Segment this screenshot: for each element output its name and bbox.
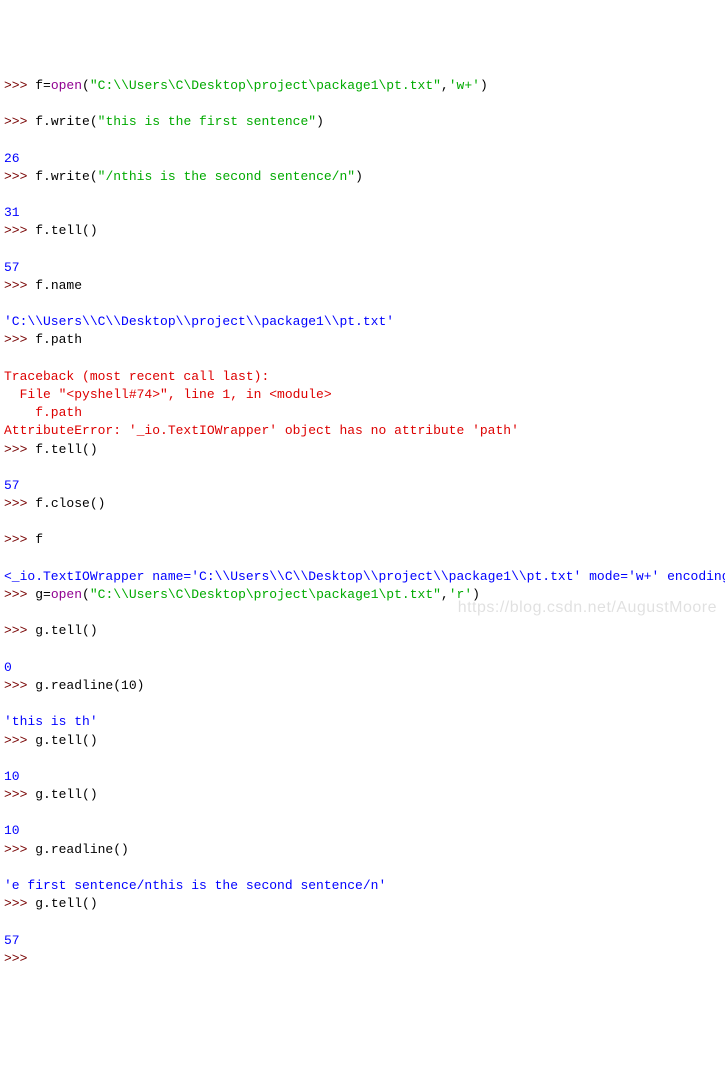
error-line: File "<pyshell#74>", line 1, in <module> <box>4 387 332 402</box>
prompt: >>> <box>4 442 35 457</box>
code-token: g.tell() <box>35 623 97 638</box>
code-token: open <box>51 78 82 93</box>
code-token: f.write( <box>35 114 97 129</box>
code-token: g.tell() <box>35 787 97 802</box>
prompt: >>> <box>4 787 35 802</box>
code-token: ( <box>82 587 90 602</box>
code-token: f.tell() <box>35 223 97 238</box>
prompt: >>> <box>4 678 35 693</box>
code-token: , <box>441 78 449 93</box>
prompt: >>> <box>4 587 35 602</box>
prompt: >>> <box>4 496 35 511</box>
prompt: >>> <box>4 951 35 966</box>
prompt: >>> <box>4 114 35 129</box>
code-token: f.close() <box>35 496 105 511</box>
prompt: >>> <box>4 223 35 238</box>
output-line: 'this is th' <box>4 714 98 729</box>
code-token: f.name <box>35 278 82 293</box>
python-shell-output: >>> f=open("C:\\Users\C\Desktop\project\… <box>4 77 721 968</box>
error-line: Traceback (most recent call last): <box>4 369 269 384</box>
code-token: g.readline(10) <box>35 678 144 693</box>
code-token: ) <box>480 78 488 93</box>
code-token: f.tell() <box>35 442 97 457</box>
output-line: 'e first sentence/nthis is the second se… <box>4 878 386 893</box>
output-line: 57 <box>4 478 20 493</box>
output-line: 'C:\\Users\\C\\Desktop\\project\\package… <box>4 314 394 329</box>
prompt: >>> <box>4 623 35 638</box>
code-token: ) <box>355 169 363 184</box>
prompt: >>> <box>4 332 35 347</box>
prompt: >>> <box>4 532 35 547</box>
code-token: "C:\\Users\C\Desktop\project\package1\pt… <box>90 78 441 93</box>
code-token: f <box>35 532 43 547</box>
code-token: g= <box>35 587 51 602</box>
prompt: >>> <box>4 896 35 911</box>
output-line: <_io.TextIOWrapper name='C:\\Users\\C\\D… <box>4 569 725 584</box>
code-token: g.tell() <box>35 733 97 748</box>
code-token: f.write( <box>35 169 97 184</box>
output-line: 57 <box>4 260 20 275</box>
error-line: f.path <box>4 405 82 420</box>
prompt: >>> <box>4 278 35 293</box>
code-token: "this is the first sentence" <box>98 114 316 129</box>
code-token: ) <box>472 587 480 602</box>
prompt: >>> <box>4 733 35 748</box>
code-token: f= <box>35 78 51 93</box>
prompt: >>> <box>4 842 35 857</box>
output-line: 10 <box>4 823 20 838</box>
output-line: 0 <box>4 660 12 675</box>
code-token: g.tell() <box>35 896 97 911</box>
code-token: "C:\\Users\C\Desktop\project\package1\pt… <box>90 587 441 602</box>
code-token: , <box>441 587 449 602</box>
code-token: 'w+' <box>449 78 480 93</box>
code-token: 'r' <box>449 587 472 602</box>
prompt: >>> <box>4 169 35 184</box>
code-token: ( <box>82 78 90 93</box>
error-line: AttributeError: '_io.TextIOWrapper' obje… <box>4 423 519 438</box>
output-line: 57 <box>4 933 20 948</box>
output-line: 10 <box>4 769 20 784</box>
code-token: open <box>51 587 82 602</box>
code-token: "/nthis is the second sentence/n" <box>98 169 355 184</box>
output-line: 31 <box>4 205 20 220</box>
code-token: f.path <box>35 332 82 347</box>
prompt: >>> <box>4 78 35 93</box>
code-token: ) <box>316 114 324 129</box>
code-token: g.readline() <box>35 842 129 857</box>
output-line: 26 <box>4 151 20 166</box>
